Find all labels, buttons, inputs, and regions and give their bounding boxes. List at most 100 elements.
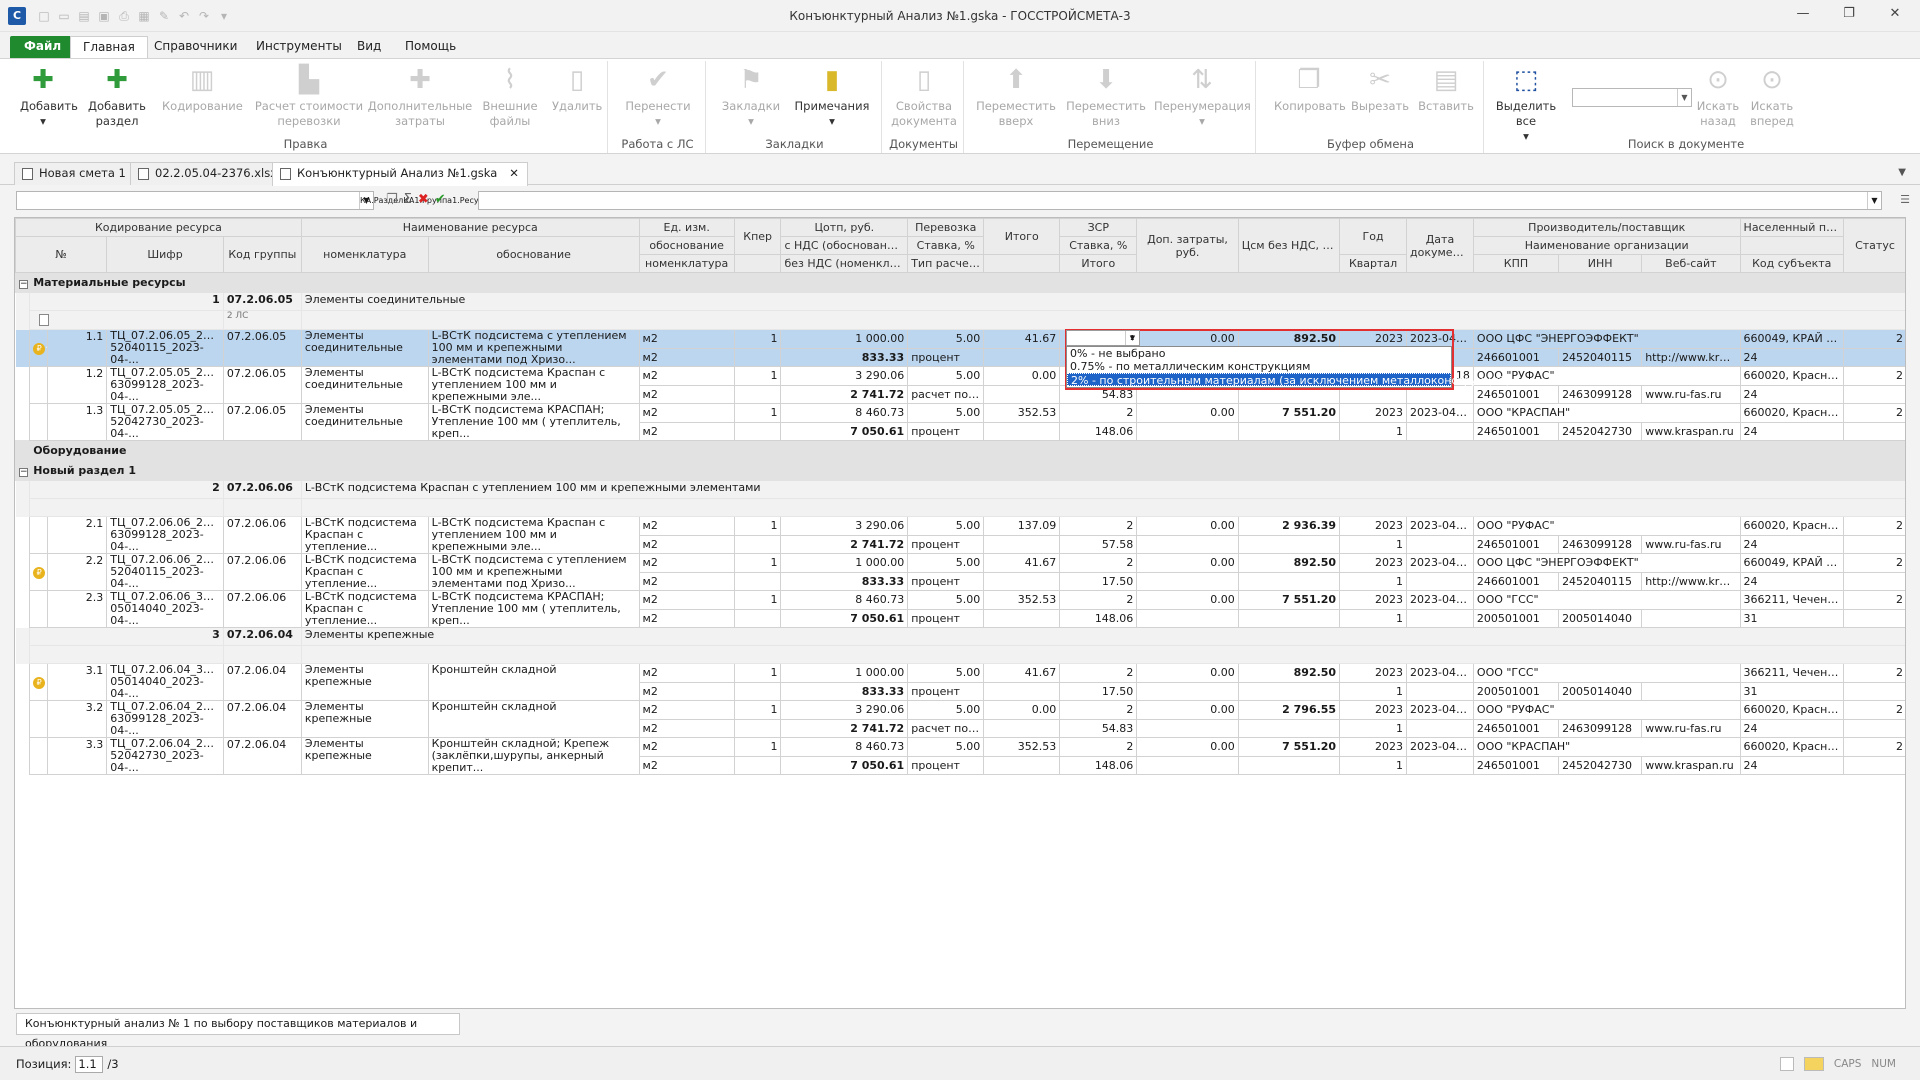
cell-cotp-no-vat[interactable]: 2 741.72 xyxy=(780,384,909,404)
close-icon[interactable]: ✕ xyxy=(1884,6,1906,21)
cell-status-sub[interactable] xyxy=(1842,347,1905,367)
cell-website[interactable]: www.kraspan.ru xyxy=(1641,755,1741,775)
cell-kpp[interactable]: 246501001 xyxy=(1472,384,1560,404)
cell-unit-nom[interactable]: м2 xyxy=(638,681,735,701)
cell-calc-type[interactable]: процент xyxy=(907,571,985,591)
cell-quarter[interactable]: 1 xyxy=(1339,421,1407,441)
cell-year[interactable]: 2023 xyxy=(1339,516,1407,536)
header-justification[interactable]: обоснование xyxy=(427,236,640,273)
cell-locality[interactable]: 660049, КРАЙ К... xyxy=(1739,553,1844,573)
cell-justification[interactable]: L-ВСтК подсистема Краспан с утеплением 1… xyxy=(427,366,640,404)
cell-extra-sub[interactable] xyxy=(1136,718,1239,738)
cell-cotp-vat[interactable]: 8 460.73 xyxy=(780,590,909,610)
cell-csm-sub[interactable] xyxy=(1237,421,1341,441)
transport-cost-button[interactable]: ▙ Расчет стоимости перевозки xyxy=(254,65,364,129)
cell-code[interactable]: ТЦ_07.2.06.05_24_24 52040115_2023-04-... xyxy=(106,329,224,367)
cell-unit-nom[interactable]: м2 xyxy=(638,421,735,441)
cell-kper-sub[interactable] xyxy=(733,347,782,367)
header-inn[interactable]: ИНН xyxy=(1558,254,1643,273)
cell-nomenclature[interactable]: Элементы соединительные xyxy=(300,366,429,404)
header-unit-justification[interactable]: обоснование xyxy=(638,236,735,255)
search-forward-button[interactable]: ⊙ Искать вперед xyxy=(1746,65,1798,129)
cell-kper-sub[interactable] xyxy=(733,755,782,775)
cell-locality[interactable]: 660020, Красно... xyxy=(1739,700,1844,720)
tab-references[interactable]: Справочники xyxy=(142,36,249,58)
cell-kper[interactable]: 1 xyxy=(733,329,782,349)
header-subject-code[interactable]: Код субъекта xyxy=(1739,254,1844,273)
cell-date-sub[interactable] xyxy=(1406,681,1474,701)
cell-extra-costs[interactable]: 0.00 xyxy=(1136,663,1239,683)
header-rate[interactable]: Ставка, % xyxy=(907,236,985,255)
cell-unit[interactable]: м2 xyxy=(638,590,735,610)
zsr-option[interactable]: 0% - не выбрано xyxy=(1067,347,1451,360)
paste-button[interactable]: ▤ Вставить xyxy=(1416,65,1476,114)
header-code[interactable]: Шифр xyxy=(106,236,224,273)
header-kper[interactable]: Кпер xyxy=(733,218,782,255)
cell-calc-type[interactable]: процент xyxy=(907,755,985,775)
cell-unit[interactable]: м2 xyxy=(638,516,735,536)
tab-help[interactable]: Помощь xyxy=(393,36,468,58)
zsr-option[interactable]: 0.75% - по металлическим конструкциям xyxy=(1067,360,1451,373)
cell-subject-code[interactable]: 24 xyxy=(1739,534,1844,554)
cell-total[interactable]: 0.00 xyxy=(983,700,1061,720)
cell-kper[interactable]: 1 xyxy=(733,403,782,423)
row-number[interactable]: 3.1 xyxy=(47,663,108,701)
cell-website[interactable]: http://www.kras... xyxy=(1641,571,1741,591)
cell-status-sub[interactable] xyxy=(1842,571,1905,591)
cell-group-code[interactable]: 07.2.06.06 xyxy=(222,590,302,628)
header-manufacturer[interactable]: Производитель/поставщик xyxy=(1472,218,1741,237)
cell-year[interactable]: 2023 xyxy=(1339,553,1407,573)
cell-path-select[interactable]: КА.РазделКА1.Группа1.Ресурс1.ЗСРПроц ▼ xyxy=(16,191,533,210)
cell-zsr-total[interactable]: 57.58 xyxy=(1059,534,1138,554)
cell-csm-sub[interactable] xyxy=(1237,608,1341,628)
cell-locality[interactable]: 660020, Красно... xyxy=(1739,516,1844,536)
cell-doc-date[interactable]: 2023-04-13 xyxy=(1406,403,1474,423)
header-cotp[interactable]: Цотп, руб. xyxy=(780,218,909,237)
table-row[interactable]: 2.3 ТЦ_07.2.06.06_31_20 05014040_2023-04-… xyxy=(15,590,1905,628)
cell-justification[interactable]: Кронштейн складной xyxy=(427,700,640,738)
cell-justification[interactable]: Кронштейн складной xyxy=(427,663,640,701)
cell-kper-sub[interactable] xyxy=(733,718,782,738)
cell-code[interactable]: ТЦ_07.2.06.06_24_24 63099128_2023-04-... xyxy=(106,516,224,554)
cell-group-code[interactable]: 07.2.06.06 xyxy=(222,516,302,554)
section-row[interactable]: Оборудование xyxy=(15,440,1905,461)
cell-justification[interactable]: L-ВСтК подсистема КРАСПАН; Утепление 100… xyxy=(427,403,640,441)
cell-total-sub[interactable] xyxy=(983,347,1061,367)
cell-quarter[interactable]: 1 xyxy=(1339,681,1407,701)
cell-csm[interactable]: 7 551.20 xyxy=(1237,590,1341,610)
cell-subject-code[interactable]: 24 xyxy=(1739,718,1844,738)
cell-unit-nom[interactable]: м2 xyxy=(638,755,735,775)
cell-group-code[interactable]: 07.2.06.06 xyxy=(222,553,302,591)
cell-total-sub[interactable] xyxy=(983,718,1061,738)
header-quarter[interactable]: Квартал xyxy=(1339,254,1407,273)
table-row[interactable]: 3.3 ТЦ_07.2.06.04_24_24 52042730_2023-04-… xyxy=(15,737,1905,775)
header-website[interactable]: Веб-сайт xyxy=(1641,254,1741,273)
transfer-button[interactable]: ✔ Перенести ▾ xyxy=(624,65,692,129)
header-total[interactable]: Итого xyxy=(983,218,1061,255)
table-row[interactable]: ₽2.2 ТЦ_07.2.06.06_24_24 52040115_2023-04… xyxy=(15,553,1905,591)
cell-org-name[interactable]: ООО "РУФАС" xyxy=(1472,516,1741,536)
cell-date-sub[interactable] xyxy=(1406,534,1474,554)
cell-unit-nom[interactable]: м2 xyxy=(638,571,735,591)
header-group-code[interactable]: Код группы xyxy=(222,236,302,273)
cancel-icon[interactable]: ✖ xyxy=(418,191,429,209)
cell-unit[interactable]: м2 xyxy=(638,366,735,386)
cell-status[interactable]: 2 xyxy=(1842,553,1905,573)
cell-rate[interactable]: 5.00 xyxy=(907,553,985,573)
cell-inn[interactable]: 2463099128 xyxy=(1558,534,1643,554)
cell-group-code[interactable]: 07.2.06.05 xyxy=(222,329,302,367)
doc-props-button[interactable]: ▯ Свойства документа xyxy=(890,65,958,129)
add-section-button[interactable]: ✚ Добавить раздел xyxy=(86,65,148,129)
cell-rate[interactable]: 5.00 xyxy=(907,403,985,423)
cell-zsr-total[interactable]: 148.06 xyxy=(1059,755,1138,775)
header-kpp[interactable]: КПП xyxy=(1472,254,1560,273)
cell-inn[interactable]: 2005014040 xyxy=(1558,608,1643,628)
cell-zsr-rate[interactable]: 2 xyxy=(1059,590,1138,610)
cell-zsr-total[interactable]: 148.06 xyxy=(1059,608,1138,628)
cell-cotp-no-vat[interactable]: 7 050.61 xyxy=(780,608,909,628)
row-number[interactable]: 3.3 xyxy=(47,737,108,775)
cell-kper[interactable]: 1 xyxy=(733,516,782,536)
notes-button[interactable]: ▮ Примечания ▾ xyxy=(792,65,872,129)
cell-status-sub[interactable] xyxy=(1842,608,1905,628)
cell-extra-sub[interactable] xyxy=(1136,608,1239,628)
